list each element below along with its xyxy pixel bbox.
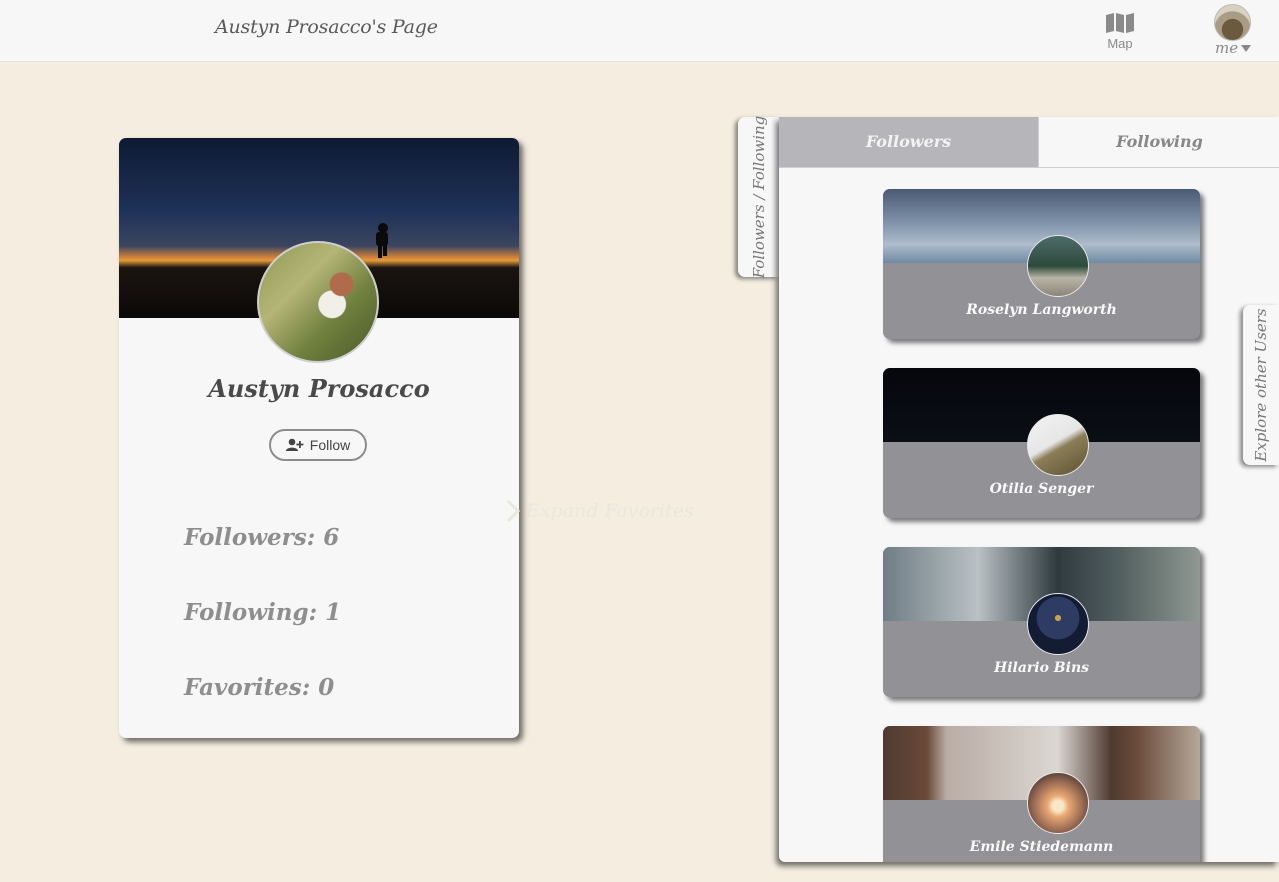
me-label: me <box>1215 39 1239 57</box>
follow-button[interactable]: Follow <box>269 429 367 461</box>
user-plus-icon <box>285 438 304 451</box>
expand-favorites-label: Expand Favorites <box>526 500 694 522</box>
favorites-count: 0 <box>318 674 335 701</box>
followers-label: Followers: <box>184 524 316 551</box>
chevron-right-icon <box>506 499 520 523</box>
hiker-silhouette <box>376 223 388 258</box>
tab-followers[interactable]: Followers <box>779 117 1038 167</box>
panel-tabs: Followers Following <box>779 117 1279 168</box>
user-name: Otilia Senger <box>989 481 1094 497</box>
favorites-stat: Favorites: 0 <box>184 674 334 701</box>
map-label: Map <box>1107 36 1133 51</box>
page-title: Austyn Prosacco's Page <box>215 16 438 38</box>
user-avatar <box>1027 593 1089 655</box>
user-card[interactable]: Hilario Bins <box>883 547 1200 697</box>
expand-favorites-button[interactable]: Expand Favorites <box>506 499 694 523</box>
user-card[interactable]: Emile Stiedemann <box>883 726 1200 862</box>
profile-avatar <box>257 241 379 363</box>
following-label: Following: <box>184 599 318 626</box>
user-avatar <box>1027 772 1089 834</box>
user-avatar <box>1027 235 1089 297</box>
user-name: Emile Stiedemann <box>969 839 1114 855</box>
explore-users-label: Explore other Users <box>1252 308 1270 462</box>
favorites-label: Favorites: <box>184 674 311 701</box>
caret-down-icon <box>1241 45 1251 52</box>
following-count: 1 <box>325 599 342 626</box>
followers-count: 6 <box>323 524 340 551</box>
follow-label: Follow <box>309 437 351 453</box>
avatar <box>1214 4 1251 41</box>
user-avatar <box>1027 414 1089 476</box>
followers-panel: Followers Following Roselyn Langworth Ot… <box>779 117 1279 862</box>
map-button[interactable]: Map <box>1100 12 1140 56</box>
tab-following[interactable]: Following <box>1038 117 1279 167</box>
map-icon <box>1106 13 1134 33</box>
user-name: Roselyn Langworth <box>966 302 1117 318</box>
user-menu-button[interactable]: me <box>1210 4 1260 58</box>
followers-following-label: Followers / Following <box>749 115 768 279</box>
profile-name: Austyn Prosacco <box>208 374 430 403</box>
user-card[interactable]: Otilia Senger <box>883 368 1200 518</box>
user-name: Hilario Bins <box>993 660 1090 676</box>
following-stat: Following: 1 <box>184 599 341 626</box>
explore-users-tab[interactable]: Explore other Users <box>1243 305 1279 465</box>
top-bar: Austyn Prosacco's Page Map me <box>0 0 1279 62</box>
followers-following-tab[interactable]: Followers / Following <box>738 115 779 279</box>
user-card[interactable]: Roselyn Langworth <box>883 189 1200 339</box>
followers-stat: Followers: 6 <box>184 524 339 551</box>
profile-card: Austyn Prosacco Follow Followers: 6 Follo… <box>119 138 519 738</box>
